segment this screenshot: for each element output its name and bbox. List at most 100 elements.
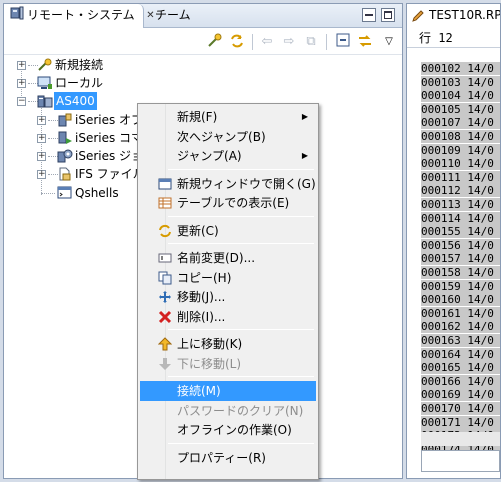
editor-line[interactable]: 000160 14/0 [421,293,494,306]
editor-line[interactable]: 000155 14/0 [421,225,494,238]
editor-line[interactable]: 000109 14/0 [421,144,494,157]
editor-line[interactable]: 000102 14/0 [421,62,494,75]
expand-icon[interactable]: + [37,152,46,161]
editor-line[interactable]: 000163 14/0 [421,334,494,347]
menu-item-label: コピー(H) [177,270,232,285]
editor-line[interactable]: 000104 14/0 [421,89,494,102]
editor-line[interactable]: 000105 14/0 [421,103,494,116]
menu-item[interactable]: テーブルでの表示(E) [140,193,316,213]
menu-item[interactable]: 次へジャンプ(B) [140,127,316,147]
menu-item-label: 接続(M) [177,384,221,398]
expand-icon[interactable]: + [17,61,26,70]
menu-item[interactable]: 名前変更(D)... [140,248,316,268]
tree-item-label: AS400 [54,92,97,110]
tree-item-new-connection[interactable]: + 新規接続 [4,56,204,74]
tree-item-iseries-commands[interactable]: + iSeries コマ [4,129,144,147]
tree-item-local[interactable]: + ローカル [4,74,204,92]
view-toolbar: ⇦ ⇨ ⧉ ▽ [4,29,402,55]
tab-remote-systems[interactable]: リモート・システム ✕ [4,4,155,28]
back-icon[interactable]: ⇦ [258,33,276,51]
editor-line[interactable]: 000112 14/0 [421,184,494,197]
tree-item-iseries-jobs[interactable]: + iSeries ジョ [4,147,144,165]
editor-line[interactable]: 000107 14/0 [421,116,494,129]
menu-item[interactable]: ジャンプ(A) ▶ [140,146,316,166]
expand-icon[interactable]: + [37,170,46,179]
menu-item-label: 上に移動(K) [177,337,243,351]
menu-item-label: パスワードのクリア(N) [177,403,304,418]
tree-item-ifs-files[interactable]: + IFS ファイル [4,165,145,183]
editor-line[interactable]: 000156 14/0 [421,239,494,252]
menu-item-label: 移動(J)... [177,290,226,304]
editor-line[interactable]: 000162 14/0 [421,320,494,333]
editor-line[interactable]: 000108 14/0 [421,130,494,143]
tab-team[interactable]: チーム [149,4,197,28]
new-connection-icon [37,58,53,72]
menu-item[interactable]: 上に移動(K) [140,334,316,354]
move-up-icon [157,337,173,351]
editor-line[interactable]: 000111 14/0 [421,171,494,184]
menu-item[interactable]: コピー(H) [140,268,316,288]
qshells-icon [57,186,73,200]
menu-item[interactable]: オフラインの作業(O) [140,420,316,440]
menu-item[interactable]: 更新(C) [140,221,316,241]
tree-item-label: 新規接続 [55,58,104,72]
table-icon [158,196,172,210]
expand-icon[interactable]: + [37,116,46,125]
editor-line[interactable]: 000159 14/0 [421,280,494,293]
menu-item[interactable]: 新規(F) ▶ [140,107,316,127]
tab-remote-systems-label: リモート・システム [27,8,135,22]
menu-item-label: 下に移動(L) [177,356,242,371]
editor-line[interactable]: 000103 14/0 [421,76,494,89]
submenu-arrow-icon: ▶ [301,112,308,121]
menu-item[interactable]: 削除(I)... [140,307,316,327]
editor-tab-title: TEST10R.RP [429,8,501,22]
editor-tab[interactable]: TEST10R.RP [407,4,501,30]
expand-icon[interactable]: + [37,134,46,143]
menu-item[interactable]: 接続(M) [140,381,316,401]
editor-content[interactable]: 000102 14/0 000103 14/0 000104 14/0 000105 … [407,48,500,456]
editor-line[interactable]: 000161 14/0 [421,307,494,320]
menu-separator [168,215,314,217]
menu-item[interactable]: 移動(J)... [140,287,316,307]
view-menu-icon[interactable]: ▽ [380,33,398,51]
menu-item-label: 新規(F) [177,110,218,124]
iseries-commands-icon [57,131,73,145]
minimize-button[interactable] [362,8,376,22]
editor-line[interactable]: 000164 14/0 [421,348,494,361]
editor-line[interactable]: 000157 14/0 [421,252,494,265]
editor-line[interactable]: 000165 14/0 [421,361,494,374]
pencil-icon [411,8,425,30]
editor-line[interactable]: 000166 14/0 [421,375,494,388]
editor-line[interactable]: 000113 14/0 [421,198,494,211]
editor-command-input[interactable] [421,450,500,472]
remote-systems-icon [10,5,24,27]
editor-line[interactable]: 000110 14/0 [421,157,494,170]
rename-icon [158,251,172,265]
maximize-button[interactable] [381,8,395,22]
menu-separator [168,376,314,377]
tree-item-iseries-objects[interactable]: + iSeries オブ [4,111,144,129]
toolbar-separator [326,34,327,50]
link-with-editor-icon[interactable] [356,33,374,51]
forward-icon[interactable]: ⇨ [280,33,298,51]
menu-item-label: 更新(C) [177,223,219,238]
go-into-icon[interactable]: ⧉ [302,33,320,51]
editor-line[interactable]: 000170 14/0 [421,402,494,415]
collapse-all-icon[interactable] [334,33,352,51]
menu-item[interactable]: 新規ウィンドウで開く(G) [140,174,316,194]
editor-line[interactable]: 000114 14/0 [421,212,494,225]
tree-item-qshells[interactable]: Qshells [4,184,144,202]
expand-icon[interactable]: + [17,79,26,88]
editor-line[interactable]: 000171 14/0 [421,416,494,429]
refresh-toolbar-icon[interactable] [228,33,246,51]
new-window-icon [158,177,172,191]
menu-item[interactable]: プロパティー(R) [140,448,316,468]
submenu-arrow-icon: ▶ [301,151,308,160]
editor-line[interactable]: 000158 14/0 [421,266,494,279]
collapse-icon[interactable]: − [17,97,26,106]
editor-line[interactable]: 000169 14/0 [421,388,494,401]
menu-item-label: 削除(I)... [177,309,226,324]
new-connection-toolbar-icon[interactable] [206,33,224,51]
tree-item-label: ローカル [55,76,104,90]
tree-item-label: iSeries ジョ [75,149,144,163]
